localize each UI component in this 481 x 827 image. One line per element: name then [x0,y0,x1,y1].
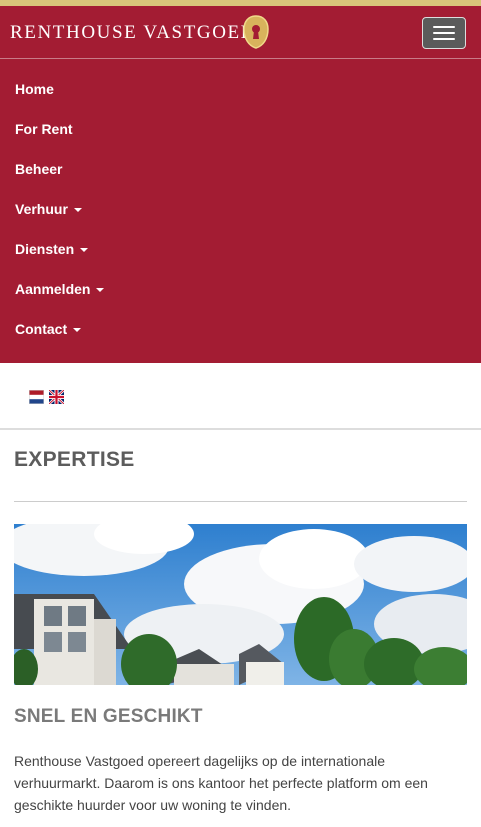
nav-item-home[interactable]: Home [15,79,54,99]
title-divider [14,501,467,502]
nav-item-label: For Rent [15,121,73,137]
section-heading: SNEL EN GESCHIKT [14,706,203,727]
menu-toggle-button[interactable] [422,17,466,49]
uk-flag-icon[interactable] [49,390,64,404]
site-header: RENTHOUSE VASTGOED [0,6,481,59]
brand-name[interactable]: RENTHOUSE VASTGOED [10,22,256,44]
hamburger-icon [433,26,455,28]
nav-item-label: Contact [15,321,68,337]
keyhole-logo-icon[interactable] [241,15,271,49]
page-title: EXPERTISE [14,448,135,471]
nav-item-label: Diensten [15,241,75,257]
hamburger-icon-bar [433,38,455,40]
nav-item-label: Verhuur [15,201,68,217]
nav-item-verhuur[interactable]: Verhuur [15,199,82,219]
nav-item-label: Aanmelden [15,281,91,297]
hero-image-graphic [14,524,467,685]
hamburger-icon-bar [433,32,455,34]
section-divider [0,428,481,430]
nav-item-aanmelden[interactable]: Aanmelden [15,279,105,299]
nav-item-label: Home [15,81,54,97]
nav-item-label: Beheer [15,161,63,177]
nl-flag-icon[interactable] [29,390,44,404]
nav-menu: Home For Rent Beheer Verhuur Diensten Aa… [0,58,481,363]
caret-down-icon [73,328,82,333]
caret-down-icon [80,248,89,253]
nav-item-diensten[interactable]: Diensten [15,239,89,259]
nav-item-beheer[interactable]: Beheer [15,159,62,179]
section-body-text: Renthouse Vastgoed opereert dagelijks op… [14,753,428,813]
hero-image-houses [14,524,467,685]
caret-down-icon [96,288,105,293]
caret-down-icon [73,208,82,213]
nav-item-contact[interactable]: Contact [15,319,82,339]
nav-item-for-rent[interactable]: For Rent [15,119,73,139]
